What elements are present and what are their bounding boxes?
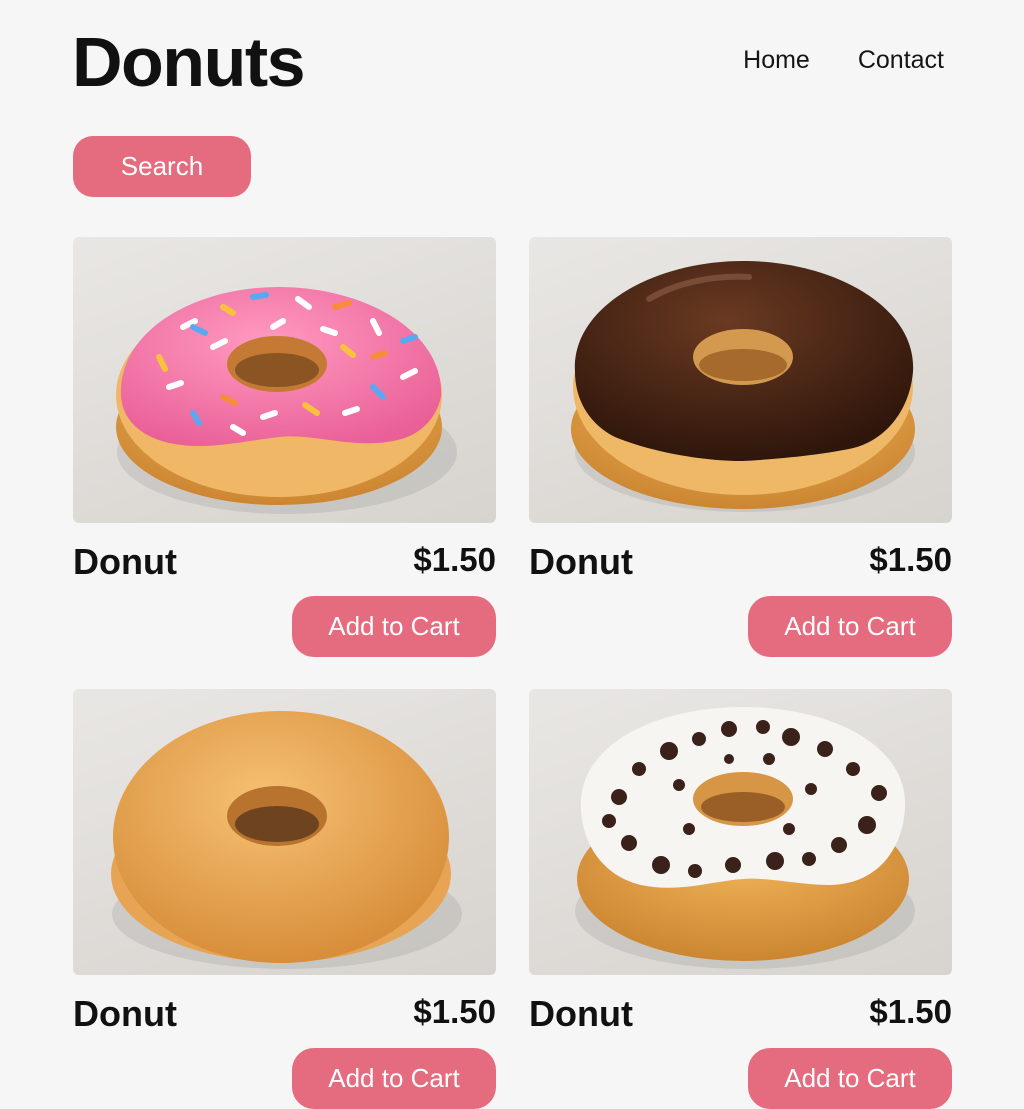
product-price: $1.50 (413, 993, 496, 1030)
product-image[interactable] (73, 237, 496, 523)
product-card: Donut $1.50 Add to Cart (529, 689, 952, 1109)
page-title: Donuts (72, 23, 306, 101)
product-image[interactable] (529, 689, 952, 975)
add-to-cart-button[interactable]: Add to Cart (748, 596, 952, 657)
add-to-cart-button[interactable]: Add to Cart (748, 1048, 952, 1109)
nav-contact-link[interactable]: Contact (858, 46, 944, 75)
product-name: Donut (529, 541, 633, 582)
product-card: Donut $1.50 Add to Cart (73, 689, 496, 1109)
site-header: Donuts Home Contact (72, 18, 944, 108)
add-to-cart-button[interactable]: Add to Cart (292, 1048, 496, 1109)
product-card: Donut $1.50 Add to Cart (73, 237, 496, 657)
product-price: $1.50 (869, 993, 952, 1030)
main-nav: Home Contact (743, 46, 944, 75)
product-price: $1.50 (413, 541, 496, 578)
product-name: Donut (529, 993, 633, 1034)
product-card: Donut $1.50 Add to Cart (529, 237, 952, 657)
product-price: $1.50 (869, 541, 952, 578)
product-image[interactable] (529, 237, 952, 523)
product-image[interactable] (73, 689, 496, 975)
add-to-cart-button[interactable]: Add to Cart (292, 596, 496, 657)
nav-home-link[interactable]: Home (743, 46, 810, 75)
product-name: Donut (73, 541, 177, 582)
search-button[interactable]: Search (73, 136, 251, 197)
product-name: Donut (73, 993, 177, 1034)
